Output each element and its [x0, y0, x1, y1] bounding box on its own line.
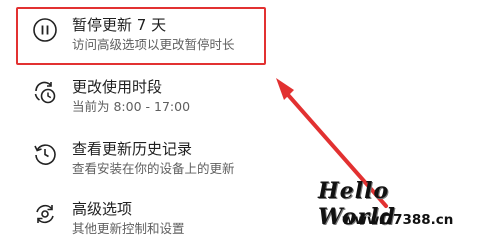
update-history-subtitle: 查看安装在你的设备上的更新: [72, 161, 235, 176]
active-hours-option[interactable]: 更改使用时段 当前为 8:00 - 17:00: [30, 77, 190, 116]
advanced-options-icon: [30, 199, 60, 229]
advanced-options-title: 高级选项: [72, 200, 133, 218]
highlight-box: [16, 7, 266, 65]
watermark-url: www.77388.cn: [342, 212, 454, 228]
update-history-title: 查看更新历史记录: [72, 140, 193, 158]
advanced-options-option[interactable]: 高级选项 其他更新控制和设置: [30, 199, 185, 238]
history-icon: [30, 139, 60, 169]
active-hours-icon: [30, 77, 60, 107]
active-hours-subtitle: 当前为 8:00 - 17:00: [72, 99, 191, 114]
advanced-options-subtitle: 其他更新控制和设置: [72, 221, 185, 236]
update-history-option[interactable]: 查看更新历史记录 查看安装在你的设备上的更新: [30, 139, 235, 178]
active-hours-title: 更改使用时段: [72, 78, 163, 96]
